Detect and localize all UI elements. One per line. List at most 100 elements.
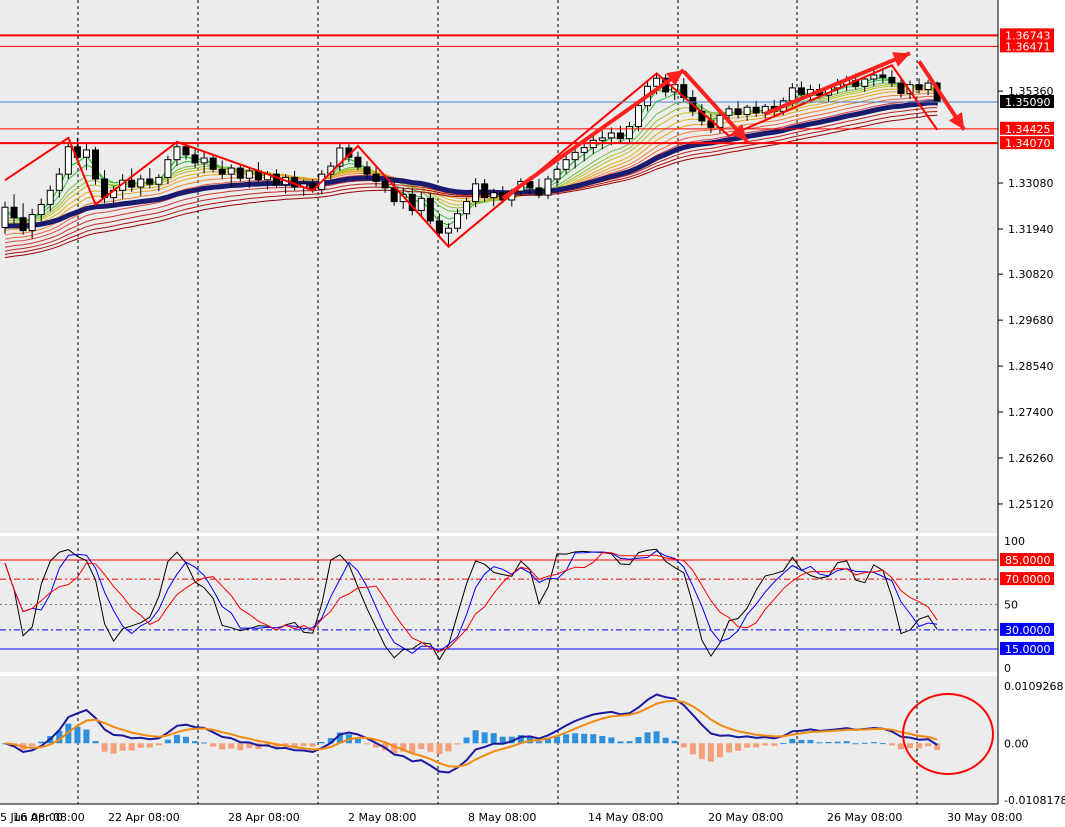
candle-body <box>861 78 869 87</box>
candle-body <box>915 84 923 91</box>
candle-body <box>463 201 471 215</box>
candle-body <box>924 82 932 91</box>
macd-bar <box>572 733 579 744</box>
macd-bar <box>780 743 787 745</box>
candle-body <box>481 183 489 199</box>
candle-body <box>797 87 805 95</box>
macd-bar <box>599 735 606 744</box>
candle-body <box>354 156 362 168</box>
macd-bar <box>146 743 153 748</box>
candle-body <box>55 173 63 191</box>
candle-body <box>218 168 226 175</box>
level-label: 1.34070 <box>1005 137 1051 150</box>
macd-tick-label: 0.0109268 <box>1004 680 1064 693</box>
candle-body <box>173 146 181 161</box>
macd-bar <box>907 743 913 749</box>
macd-bar <box>816 742 823 744</box>
candle-body <box>788 87 796 102</box>
y-tick-label: 1.33080 <box>1008 177 1054 190</box>
candle-body <box>92 149 99 180</box>
macd-bar <box>807 739 814 744</box>
macd-bar <box>183 736 189 744</box>
macd-bar <box>834 741 841 744</box>
candle-body <box>870 74 878 80</box>
candle-body <box>562 159 570 170</box>
macd-bar <box>735 743 742 751</box>
macd-bar <box>38 741 45 744</box>
macd-bar <box>753 743 760 748</box>
candle-body <box>1 206 9 228</box>
y-tick-label: 1.28540 <box>1008 360 1054 373</box>
candle-body <box>417 197 425 211</box>
candle-body <box>164 159 172 178</box>
macd-bar <box>300 743 307 747</box>
macd-bar <box>463 737 470 744</box>
macd-bar <box>698 743 705 760</box>
x-tick-label: 26 May 08:00 <box>827 811 902 824</box>
candle-body <box>752 106 760 114</box>
x-tick-label: 14 May 08:00 <box>588 811 663 824</box>
candle-body <box>743 106 751 116</box>
candle-body <box>435 220 443 234</box>
candle-body <box>571 151 579 161</box>
candle-body <box>372 173 380 182</box>
candle-body <box>182 146 190 156</box>
macd-tick-label: -0.0108178 <box>1004 794 1065 807</box>
candle-body <box>28 213 36 232</box>
candle-body <box>879 74 887 78</box>
x-tick-label: 5 Jun 08:00 <box>0 811 63 824</box>
macd-bar <box>364 743 370 745</box>
macd-bar <box>137 743 144 748</box>
macd-bar <box>164 739 171 744</box>
y-tick-label: 1.27400 <box>1008 406 1054 419</box>
macd-bar <box>490 733 497 744</box>
x-tick-label: 2 May 08:00 <box>348 811 416 824</box>
macd-bar <box>219 743 226 750</box>
level-label: 1.34425 <box>1005 123 1051 136</box>
candle-body <box>137 178 145 188</box>
macd-bar <box>662 737 669 744</box>
candle-body <box>472 183 480 203</box>
candle-body <box>245 170 253 179</box>
macd-bar <box>680 743 687 748</box>
macd-bar <box>798 739 805 744</box>
candle-body <box>444 227 452 234</box>
oscillator-panel[interactable] <box>0 536 998 672</box>
osc-level-label: 30.0000 <box>1005 624 1051 637</box>
candle-body <box>653 77 661 87</box>
macd-bar <box>870 742 877 744</box>
macd-bar <box>318 741 325 744</box>
candle-body <box>454 213 461 229</box>
osc-level-label: 85.0000 <box>1005 554 1051 567</box>
osc-tick-label: 50 <box>1004 599 1018 612</box>
candle-body <box>544 178 552 196</box>
y-tick-label: 1.26260 <box>1008 452 1054 465</box>
macd-bar <box>897 743 904 750</box>
macd-bar <box>119 743 126 751</box>
macd-bar <box>110 743 117 754</box>
candle-body <box>363 166 371 175</box>
y-tick-label: 1.29680 <box>1008 314 1054 327</box>
candle-body <box>10 206 18 219</box>
macd-bar <box>481 732 488 744</box>
macd-bar <box>472 730 479 744</box>
x-tick-label: 8 May 08:00 <box>468 811 536 824</box>
macd-bar <box>852 743 859 745</box>
trading-chart[interactable]: 1.353601.330801.319401.308201.296801.285… <box>0 0 1065 827</box>
macd-tick-label: 0.00 <box>1004 737 1029 750</box>
macd-bar <box>689 743 696 755</box>
macd-bar <box>644 732 651 744</box>
y-tick-label: 1.30820 <box>1008 268 1054 281</box>
candle-body <box>598 137 606 141</box>
macd-bar <box>128 743 135 751</box>
macd-bar <box>916 743 923 749</box>
candle-body <box>37 203 45 215</box>
macd-bar <box>843 741 850 744</box>
candle-body <box>46 189 54 205</box>
macd-bar <box>192 741 199 744</box>
candle-body <box>209 157 217 170</box>
macd-bar <box>825 741 832 744</box>
candle-body <box>236 167 244 179</box>
candle-body <box>155 176 163 185</box>
macd-bar <box>879 743 886 745</box>
